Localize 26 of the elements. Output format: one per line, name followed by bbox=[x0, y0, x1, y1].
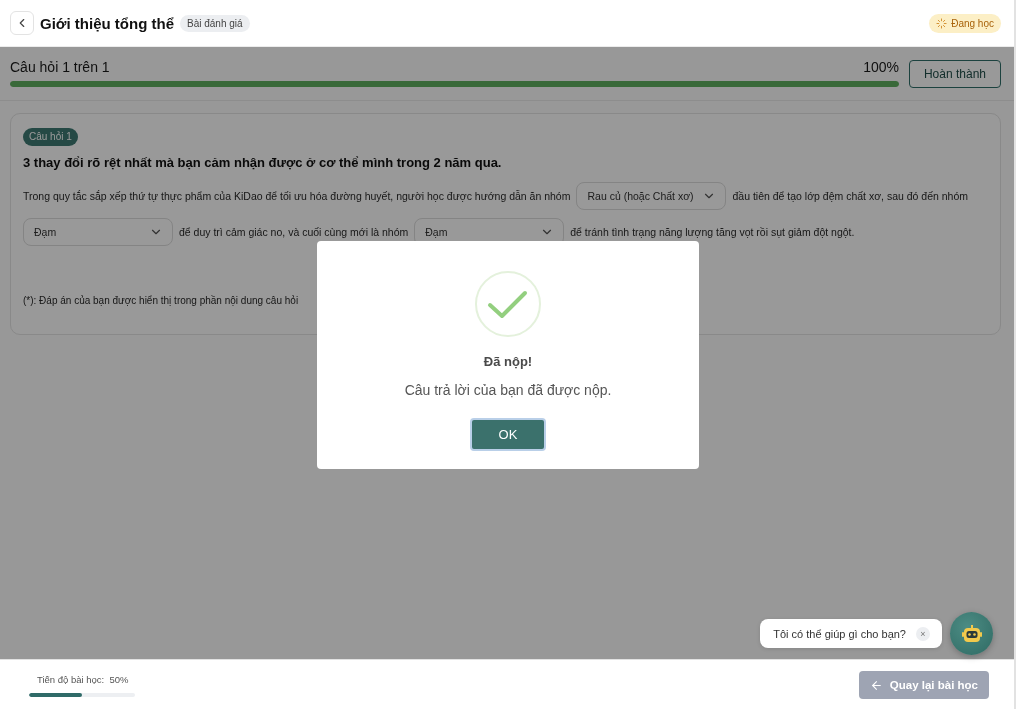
progress-percent: 100% bbox=[863, 59, 899, 75]
chat-message: Tôi có thể giúp gì cho bạn? bbox=[773, 627, 906, 640]
answer-dropdown[interactable]: Rau củ (hoặc Chất xơ) bbox=[576, 182, 727, 210]
back-button[interactable] bbox=[10, 11, 34, 35]
question-counter: Câu hỏi 1 trên 1 bbox=[10, 59, 110, 75]
loader-icon bbox=[936, 17, 948, 29]
answer-dropdown[interactable]: Đạm bbox=[23, 218, 173, 246]
robot-icon bbox=[961, 624, 982, 643]
close-button[interactable]: × bbox=[916, 626, 930, 641]
footnote: (*): Đáp án của bạn được hiển thị trong phần nội dung câu hỏi bbox=[23, 294, 299, 308]
finish-button[interactable]: Hoàn thành bbox=[908, 60, 1001, 88]
dialog-title: Đã nộp! bbox=[483, 353, 533, 370]
ok-button[interactable]: OK bbox=[470, 417, 546, 451]
lesson-progress-label: Tiến độ bài học: 50% bbox=[37, 673, 130, 687]
question-text: để duy trì cảm giác no, và cuối cùng mới là nhóm bbox=[179, 226, 409, 238]
dialog-message: Câu trả lời của bạn đã được nộp. bbox=[404, 380, 612, 399]
status-text: Đang học bbox=[951, 17, 994, 29]
question-tag: Câu hỏi 1 bbox=[23, 128, 78, 146]
question-text: để tránh tình trạng năng lượng tăng vọt rồi sụt giảm đột ngột. bbox=[570, 226, 855, 238]
page-title: Giới thiệu tổng thể bbox=[40, 14, 174, 32]
question-text: đầu tiên để tạo lớp đệm chất xơ, sau đó đến nhóm bbox=[732, 190, 969, 202]
question-title: 3 thay đổi rõ rệt nhất mà bạn cảm nhận được ở cơ thể mình trong 2 năm qua. bbox=[23, 155, 502, 171]
arrow-left-icon bbox=[869, 678, 883, 692]
check-circle-icon bbox=[475, 270, 541, 337]
assessment-badge: Bài đánh giá bbox=[180, 14, 250, 32]
question-text: Trong quy tắc sắp xếp thứ tự thực phẩm của KiDao để tối ưu hóa đường huyết, người học được hướng dẫn ăn nhóm bbox=[23, 190, 571, 202]
